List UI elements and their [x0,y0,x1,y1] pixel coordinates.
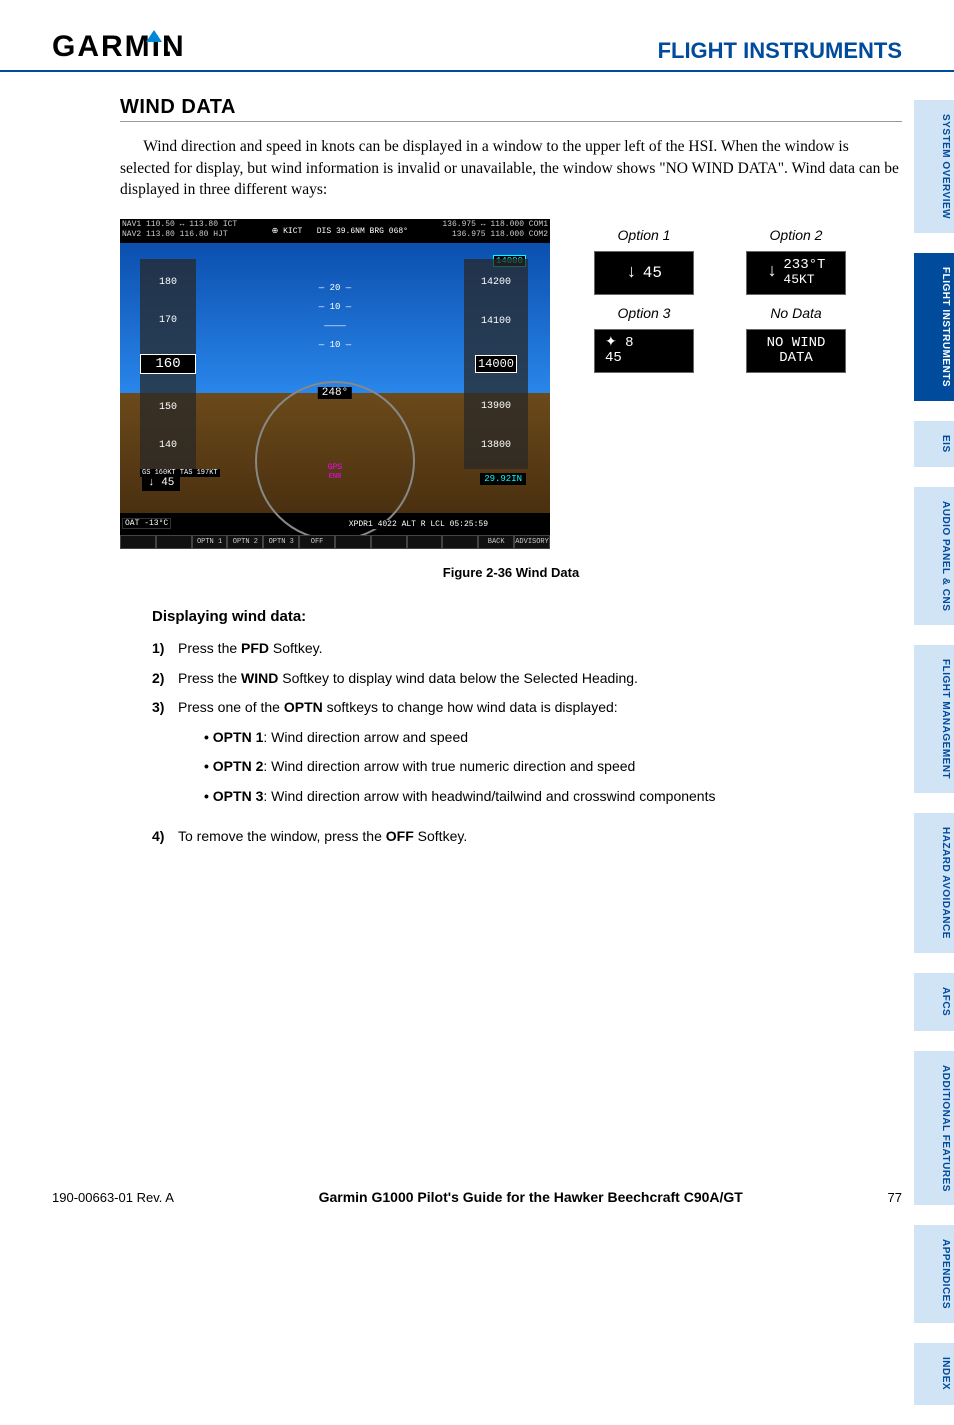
hsi-compass: GPS ENR [255,411,415,531]
footer-doc-rev: 190-00663-01 Rev. A [52,1190,174,1205]
pitch-ladder: — 20 — — 10 — ———— — 10 — [275,274,395,359]
option3-box: ✦ 8 45 [594,329,694,373]
step-4: 4)To remove the window, press the OFF So… [152,827,902,847]
altitude-tape: 14200 14100 14000 13900 13800 [464,259,528,469]
nodata-label: No Data [746,305,846,321]
optn3-desc: OPTN 3: Wind direction arrow with headwi… [204,787,715,807]
header-section-title: FLIGHT INSTRUMENTS [658,38,902,64]
nodata-box: NO WIND DATA [746,329,846,373]
intro-paragraph: Wind direction and speed in knots can be… [120,136,902,201]
tab-afcs[interactable]: AFCS [914,973,954,1030]
tab-flight-instruments[interactable]: FLIGHT INSTRUMENTS [914,253,954,401]
step-2: 2)Press the WIND Softkey to display wind… [152,669,902,689]
option1-box: ↓ 45 [594,251,694,295]
pfd-wind-box: ↓ 45 [142,475,180,491]
tab-hazard-avoidance[interactable]: HAZARD AVOIDANCE [914,813,954,953]
softkey-bar: OPTN 1 OPTN 2 OPTN 3 OFF BACK ADVISORY [120,535,550,549]
garmin-logo: GARMIN . [52,30,172,64]
baro-setting: 29.92IN [480,473,526,485]
step-1: 1)Press the PFD Softkey. [152,639,902,659]
arrow-down-icon: ↓ [626,263,637,283]
tab-index[interactable]: INDEX [914,1343,954,1404]
airspeed-tape: 180 170 160 150 140 [140,259,196,469]
procedure-title: Displaying wind data: [152,608,902,625]
tab-additional-features[interactable]: ADDITIONAL FEATURES [914,1051,954,1206]
pfd-topbar: NAV1 110.50 ↔ 113.80 ICT NAV2 113.80 116… [120,219,550,243]
tab-appendices[interactable]: APPENDICES [914,1225,954,1323]
tab-eis[interactable]: EIS [914,421,954,467]
step-3: 3) Press one of the OPTN softkeys to cha… [152,698,902,816]
nav-freq-box: NAV1 110.50 ↔ 113.80 ICT NAV2 113.80 116… [122,220,237,242]
page-footer: 190-00663-01 Rev. A Garmin G1000 Pilot's… [52,1189,902,1205]
footer-page-number: 77 [888,1190,902,1205]
option3-label: Option 3 [594,305,694,321]
enr-label: ENR [329,473,342,481]
page-header: GARMIN . FLIGHT INSTRUMENTS [0,30,954,72]
tab-system-overview[interactable]: SYSTEM OVERVIEW [914,100,954,233]
option1-label: Option 1 [594,227,694,243]
wind-option-examples: Option 1 ↓ 45 Option 2 ↓ 233°T 45KT [580,219,860,383]
option2-label: Option 2 [746,227,846,243]
side-tabs: SYSTEM OVERVIEW FLIGHT INSTRUMENTS EIS A… [914,100,954,1425]
section-title: WIND DATA [120,96,902,122]
arrow-down-icon: ↓ [767,263,778,283]
gps-label: GPS [328,463,342,472]
tab-flight-management[interactable]: FLIGHT MANAGEMENT [914,645,954,793]
compass-ring-icon [255,381,415,541]
procedure-block: Displaying wind data: 1)Press the PFD So… [120,608,902,846]
optn2-desc: OPTN 2: Wind direction arrow with true n… [204,757,715,777]
main-content: WIND DATA Wind direction and speed in kn… [0,96,954,846]
pfd-screenshot: NAV1 110.50 ↔ 113.80 ICT NAV2 113.80 116… [120,219,550,549]
com-freq-box: 136.975 ↔ 118.000 COM1 136.975 118.000 C… [442,220,548,242]
tab-audio-panel[interactable]: AUDIO PANEL & CNS [914,487,954,625]
waypoint-label: ⊕ KICT DIS 39.6NM BRG 068° [272,226,408,236]
figure-area: NAV1 110.50 ↔ 113.80 ICT NAV2 113.80 116… [120,219,902,549]
figure-caption: Figure 2-36 Wind Data [120,565,902,580]
optn1-desc: OPTN 1: Wind direction arrow and speed [204,728,715,748]
option2-box: ↓ 233°T 45KT [746,251,846,295]
footer-title: Garmin G1000 Pilot's Guide for the Hawke… [319,1189,743,1205]
xpdr-readout: XPDR1 4022 ALT R LCL 05:25:59 [347,520,490,529]
logo-triangle-icon [146,30,162,42]
oat-readout: OAT -13°C [122,518,171,529]
crosswind-icon: ✦ [605,335,625,351]
